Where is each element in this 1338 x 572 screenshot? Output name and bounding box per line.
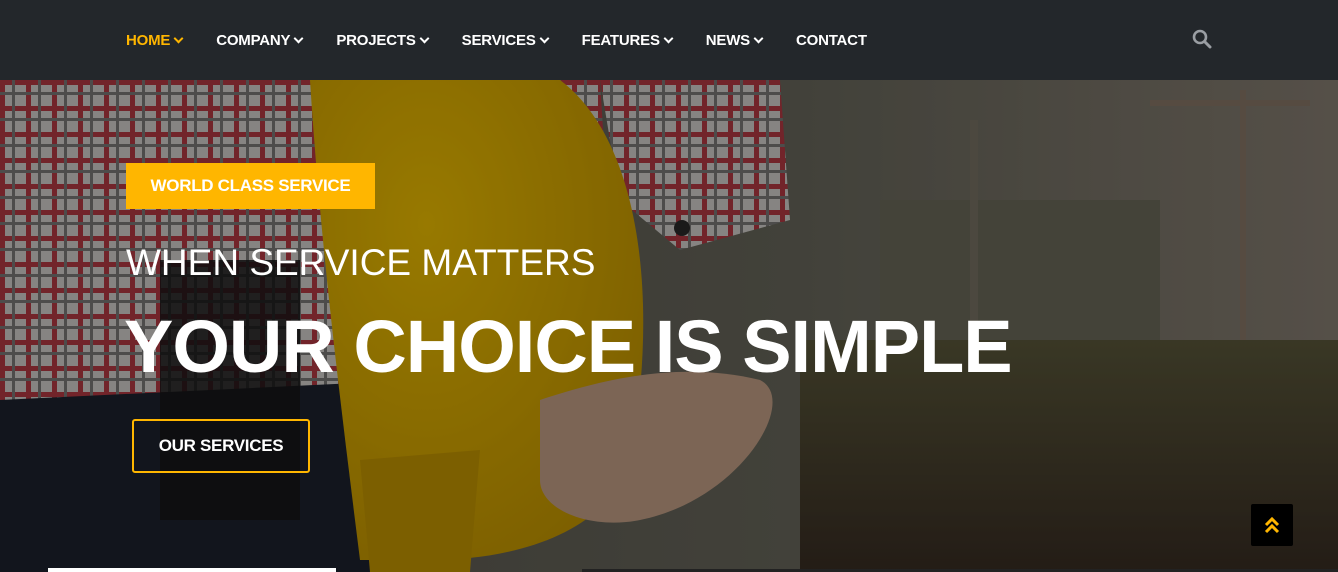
hero-title: YOUR CHOICE IS SIMPLE (124, 305, 1013, 388)
hero-slider: WORLD CLASS SERVICE WHEN SERVICE MATTERS… (0, 80, 1338, 572)
nav-item-news[interactable]: NEWS (705, 31, 764, 49)
double-chevron-up-icon (1264, 516, 1280, 534)
nav-item-features[interactable]: FEATURES (581, 31, 674, 49)
chevron-down-icon (753, 33, 764, 43)
nav-item-label: NEWS (705, 31, 750, 49)
nav-item-company[interactable]: COMPANY (216, 31, 304, 49)
search-icon[interactable] (1192, 29, 1212, 49)
hero-subtitle: WHEN SERVICE MATTERS (126, 242, 596, 283)
chevron-down-icon (663, 33, 674, 43)
back-to-top-button[interactable] (1251, 504, 1293, 546)
nav-item-home[interactable]: HOME (126, 31, 184, 49)
slider-progress-bar (48, 568, 336, 572)
nav-item-services[interactable]: SERVICES (461, 31, 550, 49)
nav-item-label: COMPANY (216, 31, 291, 49)
our-services-button[interactable]: OUR SERVICES (132, 419, 310, 473)
nav-item-label: SERVICES (461, 31, 536, 49)
chevron-down-icon (173, 33, 184, 43)
nav-item-label: PROJECTS (336, 31, 416, 49)
hero-tag-badge: WORLD CLASS SERVICE (126, 163, 375, 209)
nav-item-contact[interactable]: CONTACT (796, 32, 867, 49)
top-navbar: HOME COMPANY PROJECTS SERVICES FEATURES … (0, 0, 1338, 80)
chevron-down-icon (419, 33, 430, 43)
nav-item-label: FEATURES (581, 31, 660, 49)
main-nav: HOME COMPANY PROJECTS SERVICES FEATURES … (126, 0, 901, 80)
nav-item-label: HOME (126, 31, 171, 49)
nav-item-projects[interactable]: PROJECTS (336, 31, 430, 49)
nav-item-label: CONTACT (795, 31, 867, 49)
chevron-down-icon (539, 33, 550, 43)
chevron-down-icon (293, 33, 304, 43)
